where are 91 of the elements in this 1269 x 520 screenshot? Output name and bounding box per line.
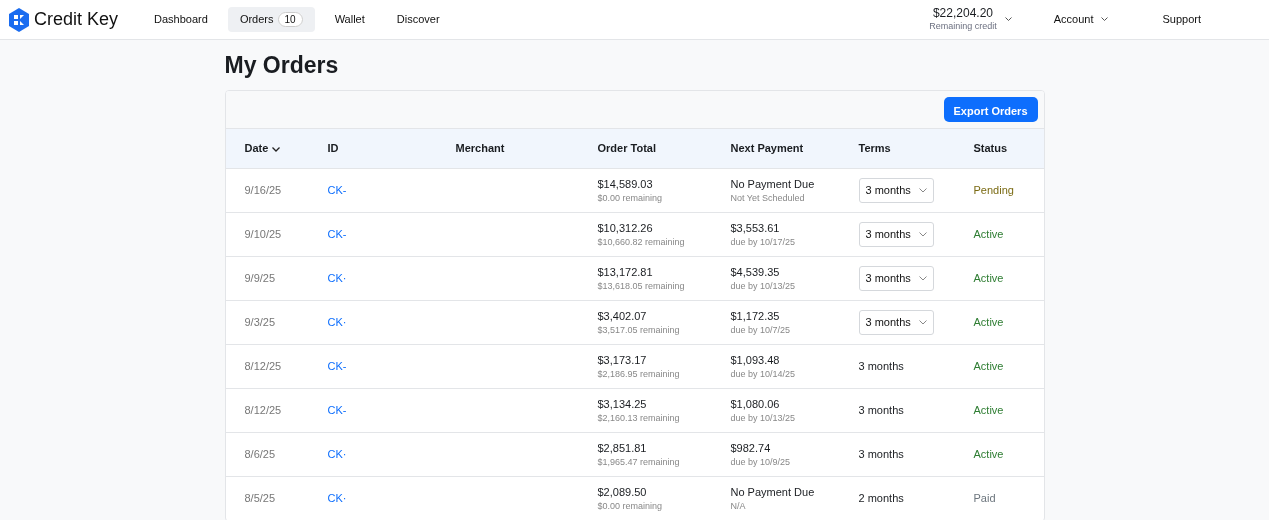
order-total: $14,589.03: [597, 177, 653, 190]
order-date: 9/3/25: [244, 316, 276, 329]
order-id-link[interactable]: CK·: [327, 448, 347, 461]
order-total: $3,173.17: [597, 353, 647, 366]
count-badge: 10: [277, 12, 303, 28]
next-payment: $3,553.61: [730, 221, 780, 234]
order-total: $10,312.26: [597, 221, 653, 234]
logo-icon: [8, 7, 30, 32]
remaining-amount: $10,660.82 remaining: [597, 236, 686, 250]
next-payment: $982.74: [730, 441, 771, 454]
chevron-down-icon[interactable]: [1004, 17, 1012, 22]
remaining-amount: $2,186.95 remaining: [597, 368, 681, 382]
order-total: $3,402.07: [597, 309, 647, 322]
order-date: 9/10/25: [244, 228, 282, 241]
nav-tab[interactable]: Orders 10: [227, 7, 315, 32]
brand-name: Credit Key: [34, 8, 119, 31]
next-payment: $1,093.48: [730, 353, 780, 366]
column-header: Terms: [858, 141, 891, 157]
next-payment: $4,539.35: [730, 265, 780, 278]
remaining-amount: $0.00 remaining: [597, 192, 664, 206]
chevron-down-icon: [918, 276, 927, 282]
next-payment: No Payment Due: [730, 177, 815, 190]
nav-tab[interactable]: Discover: [384, 7, 452, 32]
order-date: 9/9/25: [244, 272, 276, 285]
nav-tab[interactable]: Wallet: [322, 7, 377, 32]
order-id-link[interactable]: CK·: [327, 492, 347, 505]
remaining-amount: $13,618.05 remaining: [597, 280, 686, 294]
payment-due-note: due by 10/7/25: [730, 324, 792, 338]
order-status: Active: [973, 316, 1004, 329]
remaining-amount: $0.00 remaining: [597, 500, 664, 514]
sort-down-icon: [272, 146, 281, 152]
terms-dropdown[interactable]: 3 months: [858, 266, 934, 291]
order-id-link[interactable]: CK-: [327, 404, 347, 417]
chevron-down-icon: [918, 188, 927, 194]
order-id-link[interactable]: CK·: [327, 316, 347, 329]
order-date: 8/6/25: [244, 448, 276, 461]
terms-text: 3 months: [858, 448, 904, 461]
column-header: Merchant: [455, 141, 505, 157]
next-payment: No Payment Due: [730, 485, 815, 498]
chevron-down-icon: [918, 320, 927, 326]
payment-due-note: N/A: [730, 500, 747, 514]
order-id-link[interactable]: CK-: [327, 184, 347, 197]
column-header: Order Total: [597, 141, 656, 157]
payment-due-note: Not Yet Scheduled: [730, 192, 806, 206]
terms-text: 2 months: [858, 492, 904, 505]
order-date: 8/12/25: [244, 404, 282, 417]
order-status: Pending: [973, 184, 1014, 197]
terms-text: 3 months: [858, 404, 904, 417]
chevron-down-icon: [1101, 17, 1109, 22]
order-total: $2,851.81: [597, 441, 647, 454]
order-total: $2,089.50: [597, 485, 647, 498]
order-total: $13,172.81: [597, 265, 653, 278]
order-status: Active: [973, 360, 1004, 373]
payment-due-note: due by 10/17/25: [730, 236, 797, 250]
support-link[interactable]: Support: [1150, 7, 1213, 32]
next-payment: $1,172.35: [730, 309, 780, 322]
order-date: 9/16/25: [244, 184, 282, 197]
terms-dropdown[interactable]: 3 months: [858, 178, 934, 203]
terms-text: 3 months: [858, 360, 904, 373]
remaining-amount: $1,965.47 remaining: [597, 456, 681, 470]
order-date: 8/12/25: [244, 360, 282, 373]
terms-dropdown[interactable]: 3 months: [858, 222, 934, 247]
order-id-link[interactable]: CK-: [327, 360, 347, 373]
remaining-amount: $2,160.13 remaining: [597, 412, 681, 426]
order-status: Active: [973, 228, 1004, 241]
column-header[interactable]: Date: [244, 140, 281, 157]
column-header: Next Payment: [730, 141, 804, 157]
order-status: Active: [973, 448, 1004, 461]
column-header: Status: [973, 141, 1008, 157]
payment-due-note: due by 10/9/25: [730, 456, 792, 470]
payment-due-note: due by 10/13/25: [730, 280, 797, 294]
export-orders-button[interactable]: Export Orders: [943, 96, 1038, 122]
payment-due-note: due by 10/13/25: [730, 412, 797, 426]
column-header: ID: [327, 141, 339, 157]
nav-tab[interactable]: Dashboard: [142, 7, 220, 32]
remaining-amount: $3,517.05 remaining: [597, 324, 681, 338]
remaining-credit-label: Remaining credit: [929, 21, 997, 32]
order-date: 8/5/25: [244, 492, 276, 505]
chevron-down-icon: [918, 232, 927, 238]
order-id-link[interactable]: CK-: [327, 228, 347, 241]
next-payment: $1,080.06: [730, 397, 780, 410]
payment-due-note: due by 10/14/25: [730, 368, 797, 382]
terms-dropdown[interactable]: 3 months: [858, 310, 934, 335]
page-title: My Orders: [224, 52, 340, 80]
order-status: Paid: [973, 492, 996, 505]
order-id-link[interactable]: CK·: [327, 272, 347, 285]
order-total: $3,134.25: [597, 397, 647, 410]
account-menu[interactable]: Account: [1041, 7, 1121, 32]
order-status: Active: [973, 272, 1004, 285]
order-status: Active: [973, 404, 1004, 417]
credit-amount: $22,204.20: [931, 7, 994, 22]
